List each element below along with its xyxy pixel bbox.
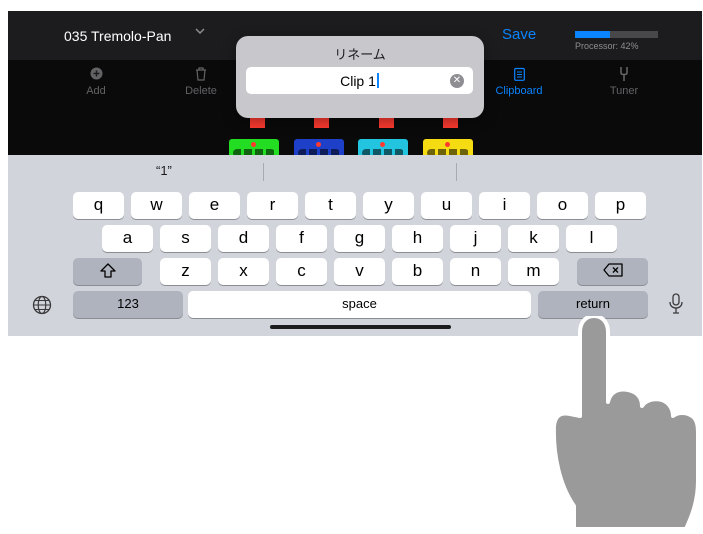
key-z[interactable]: z bbox=[160, 258, 211, 285]
backspace-key[interactable] bbox=[577, 258, 648, 285]
processor-label: Processor: 42% bbox=[575, 41, 639, 51]
processor-meter bbox=[575, 31, 658, 38]
pedal-led bbox=[251, 142, 256, 147]
toolbar-clipboard-button[interactable]: Clipboard bbox=[484, 67, 554, 97]
key-t[interactable]: t bbox=[305, 192, 356, 219]
key-w[interactable]: w bbox=[131, 192, 182, 219]
rename-field-value: Clip 1 bbox=[340, 73, 376, 89]
shift-icon bbox=[99, 263, 116, 278]
key-x[interactable]: x bbox=[218, 258, 269, 285]
save-button[interactable]: Save bbox=[502, 26, 536, 43]
key-y[interactable]: y bbox=[363, 192, 414, 219]
toolbar-delete-label: Delete bbox=[185, 85, 217, 97]
suggestion-divider bbox=[263, 163, 264, 181]
preset-name[interactable]: 035 Tremolo-Pan bbox=[64, 28, 171, 44]
key-c[interactable]: c bbox=[276, 258, 327, 285]
shift-key[interactable] bbox=[73, 258, 142, 285]
suggestion-item[interactable]: “1” bbox=[156, 163, 172, 178]
clipboard-icon bbox=[484, 67, 554, 81]
toolbar-add-button[interactable]: Add bbox=[61, 67, 131, 97]
numbers-key[interactable]: 123 bbox=[73, 291, 183, 318]
key-g[interactable]: g bbox=[334, 225, 385, 252]
key-a[interactable]: a bbox=[102, 225, 153, 252]
rename-dialog: リネーム Clip 1 ✕ bbox=[236, 36, 484, 118]
key-r[interactable]: r bbox=[247, 192, 298, 219]
key-v[interactable]: v bbox=[334, 258, 385, 285]
key-k[interactable]: k bbox=[508, 225, 559, 252]
return-key[interactable]: return bbox=[538, 291, 648, 318]
key-p[interactable]: p bbox=[595, 192, 646, 219]
key-s[interactable]: s bbox=[160, 225, 211, 252]
pedal-block-4[interactable] bbox=[423, 139, 473, 156]
toolbar-delete-button[interactable]: Delete bbox=[166, 67, 236, 97]
pedal-block-2[interactable] bbox=[294, 139, 344, 156]
space-key[interactable]: space bbox=[188, 291, 531, 318]
key-h[interactable]: h bbox=[392, 225, 443, 252]
toolbar-tuner-label: Tuner bbox=[609, 85, 639, 97]
key-m[interactable]: m bbox=[508, 258, 559, 285]
rename-dialog-title: リネーム bbox=[334, 47, 386, 62]
key-l[interactable]: l bbox=[566, 225, 617, 252]
rename-text-field[interactable]: Clip 1 ✕ bbox=[246, 67, 473, 94]
home-indicator bbox=[270, 325, 451, 329]
toolbar-tuner-button[interactable]: Tuner bbox=[589, 67, 659, 97]
key-n[interactable]: n bbox=[450, 258, 501, 285]
key-e[interactable]: e bbox=[189, 192, 240, 219]
globe-icon[interactable] bbox=[32, 295, 52, 320]
key-o[interactable]: o bbox=[537, 192, 588, 219]
suggestion-bar: “1” bbox=[8, 155, 702, 187]
pedal-block-3[interactable] bbox=[358, 139, 408, 156]
toolbar-add-label: Add bbox=[86, 85, 106, 97]
hand-pointer-icon bbox=[551, 314, 703, 531]
text-caret bbox=[376, 73, 379, 88]
pedal-led bbox=[316, 142, 321, 147]
key-u[interactable]: u bbox=[421, 192, 472, 219]
key-q[interactable]: q bbox=[73, 192, 124, 219]
tuning-fork-icon bbox=[589, 67, 659, 81]
chevron-down-icon[interactable] bbox=[194, 25, 206, 40]
processor-meter-fill bbox=[575, 31, 610, 38]
key-f[interactable]: f bbox=[276, 225, 327, 252]
pedal-led bbox=[445, 142, 450, 147]
key-b[interactable]: b bbox=[392, 258, 443, 285]
pedal-block-1[interactable] bbox=[229, 139, 279, 156]
pedal-led bbox=[380, 142, 385, 147]
clear-x-icon[interactable]: ✕ bbox=[450, 74, 464, 88]
plus-circle-icon bbox=[61, 67, 131, 81]
key-i[interactable]: i bbox=[479, 192, 530, 219]
onscreen-keyboard: “1” q w e r t y u i o p a s d f g h j k … bbox=[8, 155, 702, 336]
key-j[interactable]: j bbox=[450, 225, 501, 252]
trash-icon bbox=[166, 67, 236, 81]
suggestion-divider bbox=[456, 163, 457, 181]
backspace-icon bbox=[602, 263, 623, 278]
key-d[interactable]: d bbox=[218, 225, 269, 252]
toolbar-clipboard-label: Clipboard bbox=[495, 85, 543, 97]
